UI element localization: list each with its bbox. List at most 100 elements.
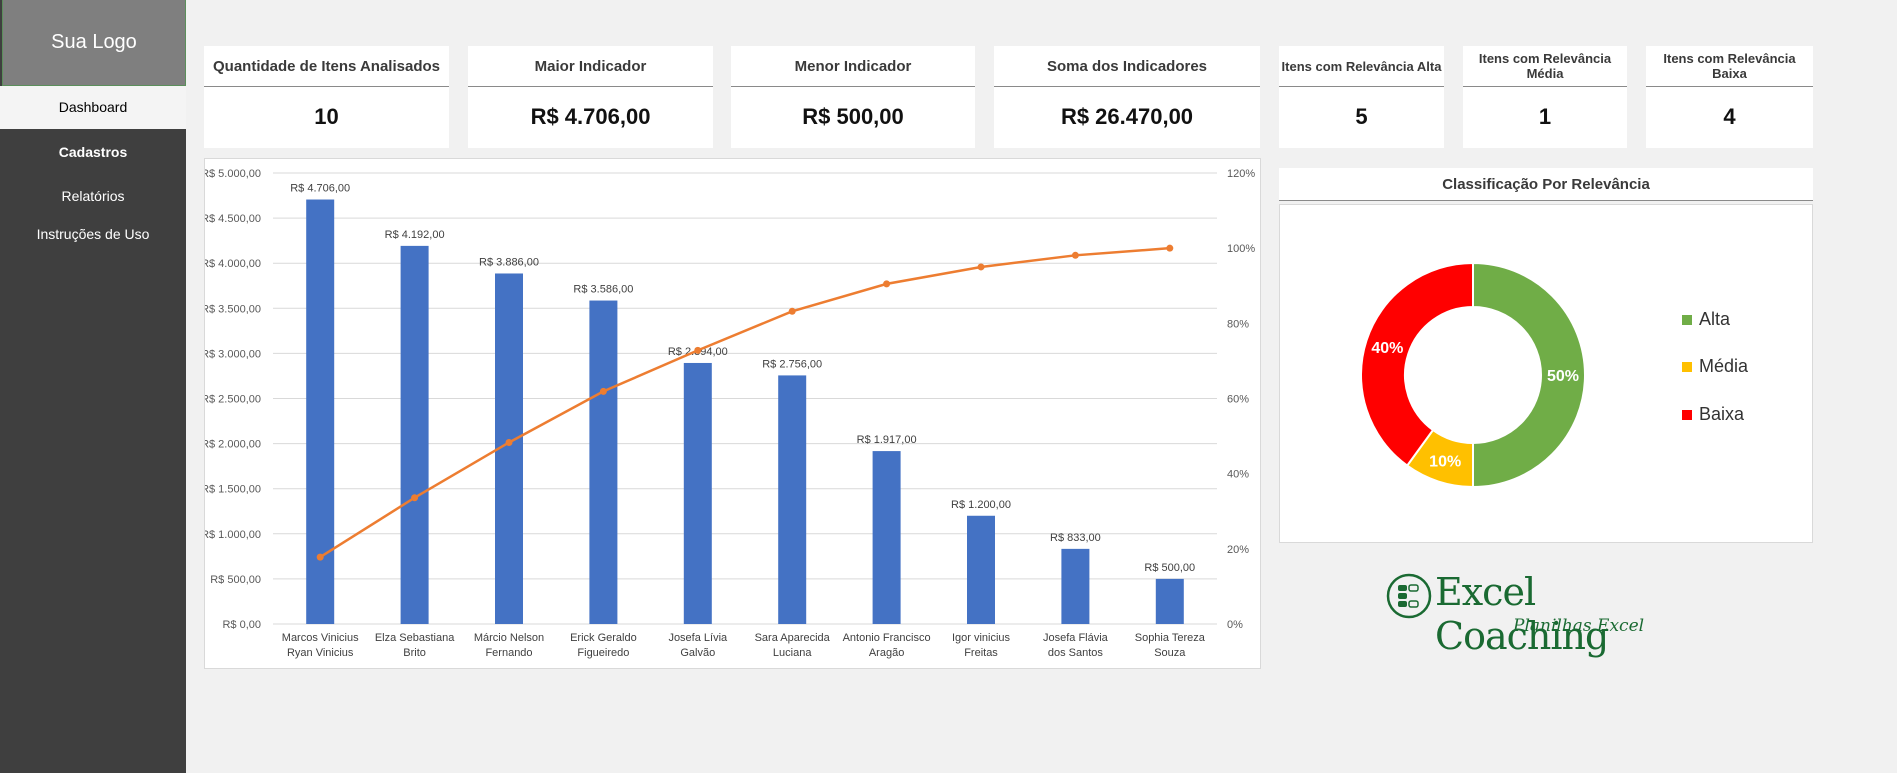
kpi-title: Soma dos Indicadores bbox=[994, 46, 1260, 87]
x-tick-label: Fernando bbox=[485, 647, 532, 659]
cumulative-point bbox=[694, 346, 702, 354]
y2-tick-label: 80% bbox=[1227, 318, 1249, 330]
pareto-chart-svg: R$ 0,00 R$ 500,00 R$ 1.000,00 R$ 1.500,00 R$… bbox=[201, 168, 1255, 659]
y2-tick-label: 40% bbox=[1227, 469, 1249, 481]
y2-tick-label: 120% bbox=[1227, 168, 1255, 180]
kpi-card-media: Itens com Relevância Média 1 bbox=[1463, 46, 1627, 148]
x-tick-label: Aragão bbox=[869, 647, 904, 659]
excel-coaching-icon bbox=[1386, 573, 1432, 619]
cumulative-point bbox=[1071, 251, 1079, 259]
brand-subtitle: Planilhas Excel bbox=[1513, 616, 1645, 636]
y2-tick-label: 60% bbox=[1227, 394, 1249, 406]
donut-data-label: 40% bbox=[1371, 340, 1403, 357]
y-tick-label: R$ 3.000,00 bbox=[205, 348, 261, 360]
y2-tick-label: 100% bbox=[1227, 243, 1255, 255]
pareto-chart: R$ 0,00 R$ 500,00 R$ 1.000,00 R$ 1.500,00 R$… bbox=[201, 158, 1261, 669]
kpi-title: Quantidade de Itens Analisados bbox=[204, 46, 449, 87]
legend-label: Média bbox=[1699, 356, 1749, 376]
kpi-value: 4 bbox=[1723, 104, 1736, 129]
logo-placeholder[interactable]: Sua Logo bbox=[2, 0, 186, 86]
bar-data-label: R$ 2.756,00 bbox=[762, 358, 822, 370]
nav-item-cadastros[interactable]: Cadastros bbox=[0, 140, 186, 164]
kpi-card-baixa: Itens com Relevância Baixa 4 bbox=[1646, 46, 1813, 148]
x-tick-label: Josefa Flávia bbox=[1043, 632, 1109, 644]
bar bbox=[1061, 548, 1090, 624]
bar bbox=[589, 300, 618, 624]
cumulative-point bbox=[599, 387, 607, 395]
bar-data-label: R$ 833,00 bbox=[1050, 532, 1101, 544]
cumulative-point bbox=[883, 280, 891, 288]
cumulative-point bbox=[1166, 244, 1174, 252]
kpi-card-maior: Maior Indicador R$ 4.706,00 bbox=[468, 46, 713, 148]
kpi-title: Itens com Relevância Baixa bbox=[1646, 46, 1813, 87]
kpi-title: Maior Indicador bbox=[468, 46, 713, 87]
legend-swatch bbox=[1682, 409, 1692, 420]
bar-data-label: R$ 1.200,00 bbox=[951, 499, 1011, 511]
cumulative-point bbox=[505, 438, 513, 446]
cumulative-point bbox=[788, 307, 796, 315]
kpi-card-menor: Menor Indicador R$ 500,00 bbox=[731, 46, 975, 148]
y2-tick-label: 0% bbox=[1227, 619, 1243, 631]
legend-item-alta: Alta bbox=[1682, 309, 1730, 330]
kpi-card-soma: Soma dos Indicadores R$ 26.470,00 bbox=[994, 46, 1260, 148]
kpi-value: 5 bbox=[1355, 104, 1368, 129]
y-tick-label: R$ 4.500,00 bbox=[205, 213, 261, 225]
sidebar: Sua Logo Dashboard Cadastros Relatórios … bbox=[0, 0, 186, 773]
cumulative-point bbox=[977, 263, 985, 271]
bar bbox=[778, 375, 807, 624]
legend-item-baixa: Baixa bbox=[1682, 404, 1744, 425]
y-tick-label: R$ 2.000,00 bbox=[205, 439, 261, 451]
donut-data-label: 50% bbox=[1547, 368, 1579, 385]
x-tick-label: Brito bbox=[403, 647, 426, 659]
x-tick-label: Josefa Lívia bbox=[668, 632, 728, 644]
bar-data-label: R$ 4.706,00 bbox=[290, 183, 350, 195]
donut-data-label: 10% bbox=[1429, 454, 1461, 471]
x-tick-label: Elza Sebastiana bbox=[375, 632, 455, 644]
bar-data-label: R$ 500,00 bbox=[1144, 562, 1195, 574]
kpi-title: Menor Indicador bbox=[731, 46, 975, 87]
y-tick-label: R$ 0,00 bbox=[222, 619, 261, 631]
bar bbox=[967, 515, 995, 624]
y-tick-label: R$ 3.500,00 bbox=[205, 303, 261, 315]
kpi-card-quantidade: Quantidade de Itens Analisados 10 bbox=[204, 46, 449, 148]
x-tick-label: Erick Geraldo bbox=[570, 632, 637, 644]
x-tick-label: Sophia Tereza bbox=[1135, 632, 1206, 644]
nav-item-relatorios[interactable]: Relatórios bbox=[0, 184, 186, 208]
kpi-title: Itens com Relevância Alta bbox=[1279, 46, 1444, 87]
bar bbox=[683, 362, 712, 624]
y-tick-label: R$ 2.500,00 bbox=[205, 394, 261, 406]
donut-chart: 50% 10% 40% Alta Média Baixa bbox=[1279, 204, 1813, 543]
kpi-card-alta: Itens com Relevância Alta 5 bbox=[1279, 46, 1444, 148]
kpi-title: Itens com Relevância Média bbox=[1463, 46, 1627, 87]
legend-label: Alta bbox=[1699, 309, 1731, 329]
bar bbox=[872, 451, 901, 624]
nav-item-dashboard[interactable]: Dashboard bbox=[0, 86, 186, 129]
x-tick-label: Freitas bbox=[964, 647, 998, 659]
cumulative-line bbox=[319, 246, 1170, 559]
x-tick-label: Marcos Vinicius bbox=[282, 632, 359, 644]
x-tick-label: Antonio Francisco bbox=[843, 632, 931, 644]
legend-swatch bbox=[1682, 361, 1692, 372]
x-tick-label: Luciana bbox=[773, 647, 812, 659]
donut-chart-title: Classificação Por Relevância bbox=[1279, 168, 1813, 201]
cumulative-point bbox=[411, 494, 419, 502]
bar bbox=[400, 245, 429, 624]
y-tick-label: R$ 5.000,00 bbox=[205, 168, 261, 180]
y-tick-label: R$ 500,00 bbox=[210, 574, 261, 586]
bar bbox=[1155, 578, 1184, 624]
cumulative-point bbox=[316, 553, 324, 561]
nav-item-instrucoes[interactable]: Instruções de Uso bbox=[0, 222, 186, 246]
x-tick-label: Figueiredo bbox=[577, 647, 629, 659]
x-tick-label: Souza bbox=[1154, 647, 1186, 659]
kpi-value: 10 bbox=[314, 104, 339, 129]
y-tick-label: R$ 4.000,00 bbox=[205, 258, 261, 270]
x-tick-label: Márcio Nelson bbox=[474, 632, 544, 644]
y-tick-label: R$ 1.500,00 bbox=[205, 484, 261, 496]
legend-item-media: Média bbox=[1682, 356, 1748, 377]
bar-data-label: R$ 1.917,00 bbox=[857, 434, 917, 446]
legend-label: Baixa bbox=[1699, 404, 1745, 424]
kpi-value: 1 bbox=[1538, 104, 1552, 129]
brand-name: Excel Coaching bbox=[1435, 570, 1609, 658]
kpi-value: R$ 26.470,00 bbox=[1060, 104, 1194, 129]
bar-data-label: R$ 3.886,00 bbox=[479, 256, 539, 268]
